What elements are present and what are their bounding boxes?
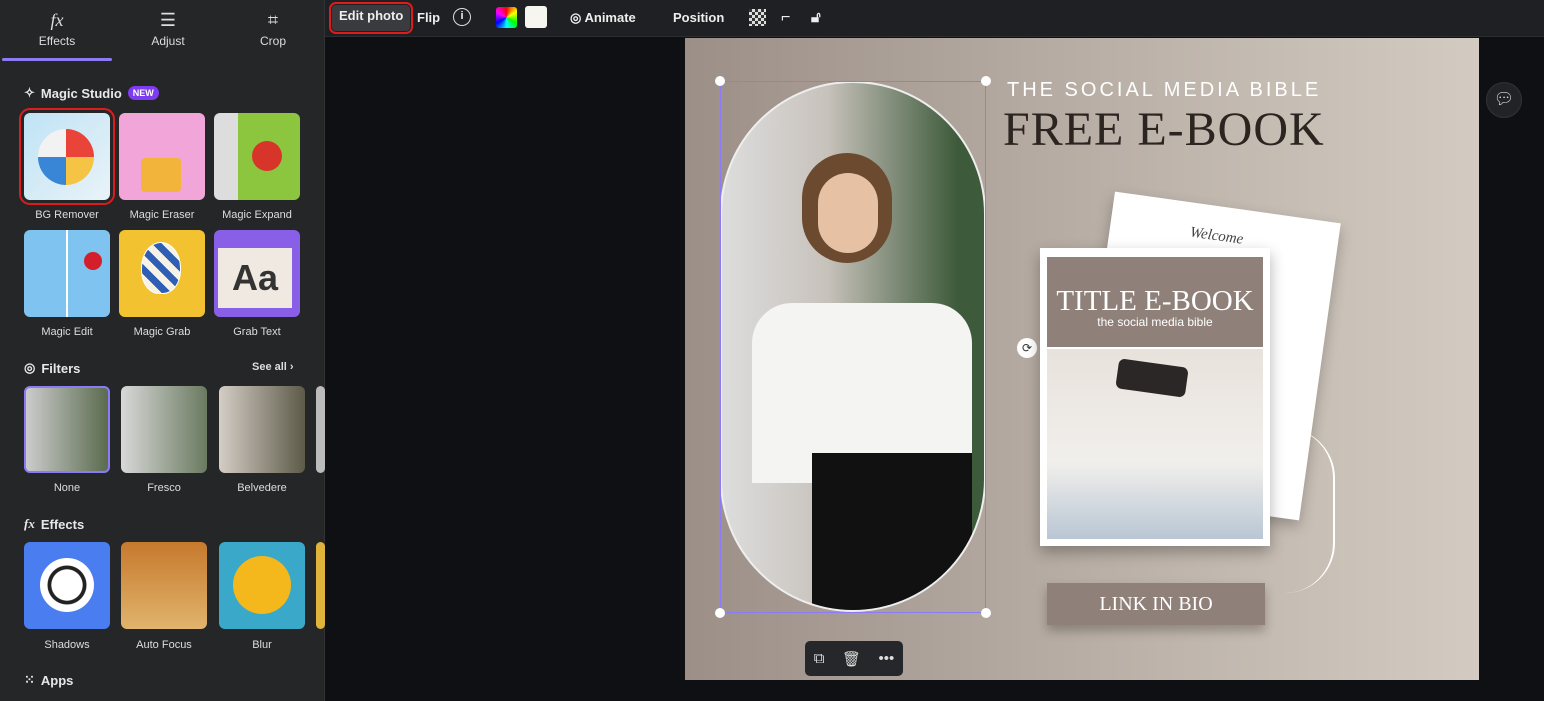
- active-tab-indicator: [2, 58, 112, 61]
- tab-label: Effects: [38, 34, 76, 48]
- chevron-right-icon: ›: [289, 361, 294, 373]
- ebook-cover: TITLE E-BOOK the social media bible: [1040, 248, 1270, 546]
- tool-label: BG Remover: [35, 209, 99, 221]
- color-swatch-white[interactable]: [525, 6, 547, 28]
- design-title: FREE E-BOOK: [1003, 103, 1325, 156]
- resize-handle[interactable]: [715, 608, 725, 618]
- effect-next[interactable]: [316, 542, 325, 629]
- welcome-text: Welcome: [1188, 224, 1245, 248]
- resize-handle[interactable]: [715, 76, 725, 86]
- bg-remover-tile[interactable]: [19, 108, 115, 205]
- magic-eraser-tile[interactable]: [119, 113, 205, 200]
- fx-icon: fx: [24, 516, 35, 531]
- tab-adjust[interactable]: ☰ Adjust: [113, 8, 223, 48]
- filter-belvedere[interactable]: [219, 386, 305, 473]
- tool-label: Magic Expand: [222, 209, 292, 221]
- filters-icon: ◎: [24, 360, 36, 375]
- beach-ball-image: [38, 129, 94, 185]
- edit-photo-button[interactable]: Edit photo: [328, 2, 414, 34]
- tool-label: Magic Edit: [41, 326, 93, 338]
- new-badge: NEW: [127, 86, 159, 100]
- effect-blur[interactable]: [219, 542, 305, 629]
- arrow-decoration: [1285, 428, 1335, 593]
- tab-label: Adjust: [151, 34, 185, 48]
- filter-label: Fresco: [147, 482, 181, 494]
- info-icon[interactable]: i: [453, 8, 471, 26]
- sparkle-icon: ✧: [24, 85, 35, 100]
- ebook-title: TITLE E-BOOK: [1056, 285, 1254, 317]
- section-title: Magic Studio: [40, 85, 122, 101]
- magic-studio-header: ✧ Magic Studio NEW: [24, 85, 159, 101]
- fx-icon: fx: [50, 10, 64, 30]
- position-button[interactable]: Position: [673, 7, 724, 29]
- animate-label: Animate: [584, 10, 636, 25]
- link-in-bio-button: LINK IN BIO: [1047, 583, 1265, 625]
- filter-label: None: [53, 482, 81, 494]
- effect-label: Blur: [252, 639, 272, 651]
- magic-expand-tile[interactable]: [214, 113, 300, 200]
- magic-edit-tile[interactable]: [24, 230, 110, 317]
- filter-next[interactable]: [316, 386, 325, 473]
- filter-fresco[interactable]: [121, 386, 207, 473]
- magic-grab-tile[interactable]: [119, 230, 205, 317]
- trash-icon[interactable]: 🗑︎: [842, 650, 861, 668]
- tool-label: Magic Grab: [133, 326, 191, 338]
- add-comment-icon[interactable]: 💬︎: [1486, 82, 1522, 118]
- unlock-icon[interactable]: 🔓︎: [811, 7, 821, 29]
- ebook-cover-header: TITLE E-BOOK the social media bible: [1047, 257, 1263, 347]
- tab-label: Crop: [259, 34, 286, 48]
- resize-handle[interactable]: [981, 608, 991, 618]
- paint-roller-icon[interactable]: ⌐: [781, 7, 790, 29]
- see-all-label: See all: [252, 361, 287, 373]
- rotate-handle-icon[interactable]: ⟳: [1017, 338, 1037, 358]
- grab-text-tile[interactable]: Aa: [214, 230, 300, 317]
- resize-handle[interactable]: [981, 76, 991, 86]
- tool-label: Magic Eraser: [129, 209, 195, 221]
- effect-auto-focus[interactable]: [121, 542, 207, 629]
- sliders-icon: ☰: [159, 10, 177, 30]
- see-all-filters-link[interactable]: See all ›: [252, 361, 294, 373]
- element-context-toolbar: ⧉ 🗑︎ •••: [805, 641, 903, 676]
- crop-icon: ⌗: [267, 10, 279, 30]
- animate-button[interactable]: ◎ Animate: [570, 7, 636, 29]
- design-kicker: THE SOCIAL MEDIA BIBLE: [1007, 79, 1322, 101]
- transparency-icon[interactable]: [749, 9, 766, 26]
- tab-effects[interactable]: fx Effects: [2, 8, 112, 48]
- hands-phone-photo: [1047, 349, 1263, 539]
- effect-shadows[interactable]: [24, 542, 110, 629]
- filter-label: Belvedere: [237, 482, 287, 494]
- apps-header[interactable]: ⁙ Apps: [24, 672, 73, 688]
- toolbar: Edit photo Flip i ◎ Animate Position ⌐ 🔓…: [325, 0, 1544, 37]
- effect-label: Shadows: [44, 639, 90, 651]
- fries-image: [141, 158, 181, 192]
- design-canvas[interactable]: ⟳ THE SOCIAL MEDIA BIBLE FREE E-BOOK Wel…: [685, 38, 1479, 680]
- tab-crop[interactable]: ⌗ Crop: [218, 8, 328, 48]
- flip-button[interactable]: Flip: [417, 7, 440, 29]
- animate-icon: ◎: [570, 10, 582, 25]
- grid-icon: ⁙: [24, 672, 35, 687]
- selection-box: [720, 81, 986, 613]
- edit-panel: fx Effects ☰ Adjust ⌗ Crop ✧ Magic Studio NEW…: [0, 0, 325, 701]
- section-title: Effects: [40, 516, 85, 532]
- color-picker-icon[interactable]: [496, 7, 517, 28]
- more-icon[interactable]: •••: [878, 650, 894, 667]
- duplicate-icon[interactable]: ⧉: [814, 650, 825, 667]
- filter-none[interactable]: [24, 386, 110, 473]
- effects-header: fx Effects: [24, 516, 84, 532]
- section-title: Filters: [41, 360, 81, 376]
- filters-header: ◎ Filters: [24, 360, 80, 376]
- tool-label: Grab Text: [233, 326, 281, 338]
- ladybug-image: [252, 141, 282, 171]
- effect-label: Auto Focus: [136, 639, 192, 651]
- section-title: Apps: [40, 672, 74, 688]
